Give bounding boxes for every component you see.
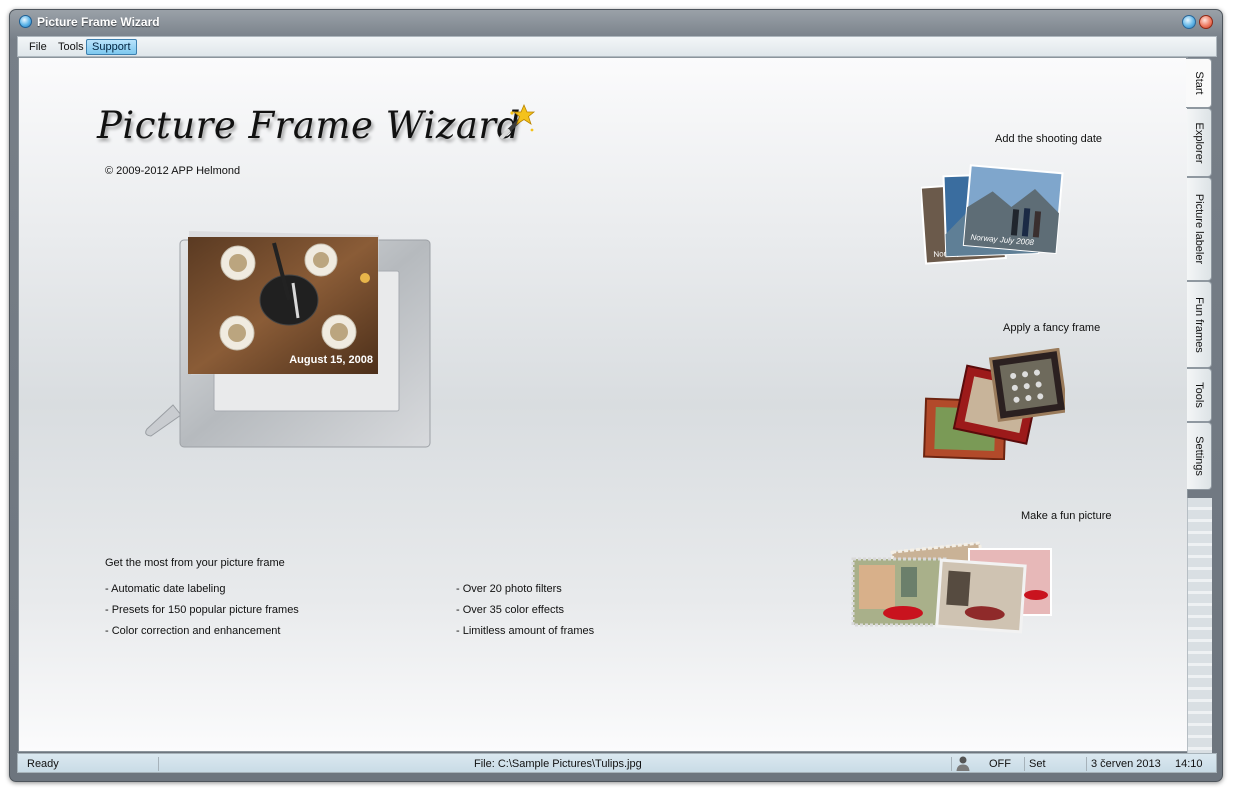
tab-picture-labeler[interactable]: Picture labeler <box>1187 177 1212 281</box>
menu-bar: File Tools Support <box>17 36 1217 57</box>
photo-frame-illustration: August 15, 2008 <box>145 231 431 448</box>
start-page: Picture Frame Wizard © 2009-2012 APP Hel… <box>18 57 1188 752</box>
promo-frame-label[interactable]: Apply a fancy frame <box>1003 322 1100 334</box>
tab-settings[interactable]: Settings <box>1187 422 1212 490</box>
tab-explorer[interactable]: Explorer <box>1187 108 1212 177</box>
feature-item: - Over 20 photo filters <box>456 583 562 595</box>
status-file: File: C:\Sample Pictures\Tulips.jpg <box>474 758 642 770</box>
app-window: Picture Frame Wizard File Tools Support … <box>9 9 1223 782</box>
user-icon[interactable] <box>955 755 971 771</box>
feature-item: - Presets for 150 popular picture frames <box>105 604 299 616</box>
status-ready: Ready <box>27 758 59 770</box>
tab-start[interactable]: Start <box>1186 58 1212 108</box>
frame-photo-date: August 15, 2008 <box>289 354 373 366</box>
feature-item: - Color correction and enhancement <box>105 625 281 637</box>
status-toggle[interactable]: OFF <box>989 758 1011 770</box>
menu-file[interactable]: File <box>23 39 53 55</box>
status-divider <box>1086 757 1087 771</box>
feature-item: - Limitless amount of frames <box>456 625 595 637</box>
status-divider <box>951 757 952 771</box>
app-logo: Picture Frame Wizard <box>97 104 521 147</box>
copyright-text: © 2009-2012 APP Helmond <box>105 165 241 177</box>
status-divider <box>158 757 159 771</box>
feature-item: - Automatic date labeling <box>105 583 226 595</box>
status-time: 14:10 <box>1175 758 1203 770</box>
features-heading: Get the most from your picture frame <box>105 557 285 569</box>
feature-item: - Over 35 color effects <box>456 604 565 616</box>
window-title: Picture Frame Wizard <box>37 15 160 29</box>
fancy-frame-illustration[interactable] <box>923 348 1065 460</box>
promo-date-label[interactable]: Add the shooting date <box>995 133 1102 145</box>
promo-fun-label[interactable]: Make a fun picture <box>1021 510 1112 522</box>
status-bar: Ready File: C:\Sample Pictures\Tulips.jp… <box>17 753 1217 773</box>
status-set[interactable]: Set <box>1029 758 1046 770</box>
side-tab-bar: Start Explorer Picture labeler Fun frame… <box>1186 56 1213 753</box>
app-icon <box>19 15 32 28</box>
menu-support[interactable]: Support <box>86 39 137 55</box>
status-divider <box>1024 757 1025 771</box>
tab-area-filler <box>1187 498 1212 753</box>
menu-tools[interactable]: Tools <box>52 39 90 55</box>
date-stamp-illustration[interactable]: Norway July 2008 Norway July 2008 <box>921 163 1065 271</box>
fun-picture-illustration[interactable] <box>851 535 1053 635</box>
close-button[interactable] <box>1199 15 1213 29</box>
magic-wand-icon <box>500 104 536 139</box>
title-bar[interactable]: Picture Frame Wizard <box>10 10 1222 34</box>
minimize-button[interactable] <box>1182 15 1196 29</box>
tab-tools[interactable]: Tools <box>1187 368 1212 422</box>
tab-fun-frames[interactable]: Fun frames <box>1187 281 1212 368</box>
status-date: 3 červen 2013 <box>1091 758 1161 770</box>
